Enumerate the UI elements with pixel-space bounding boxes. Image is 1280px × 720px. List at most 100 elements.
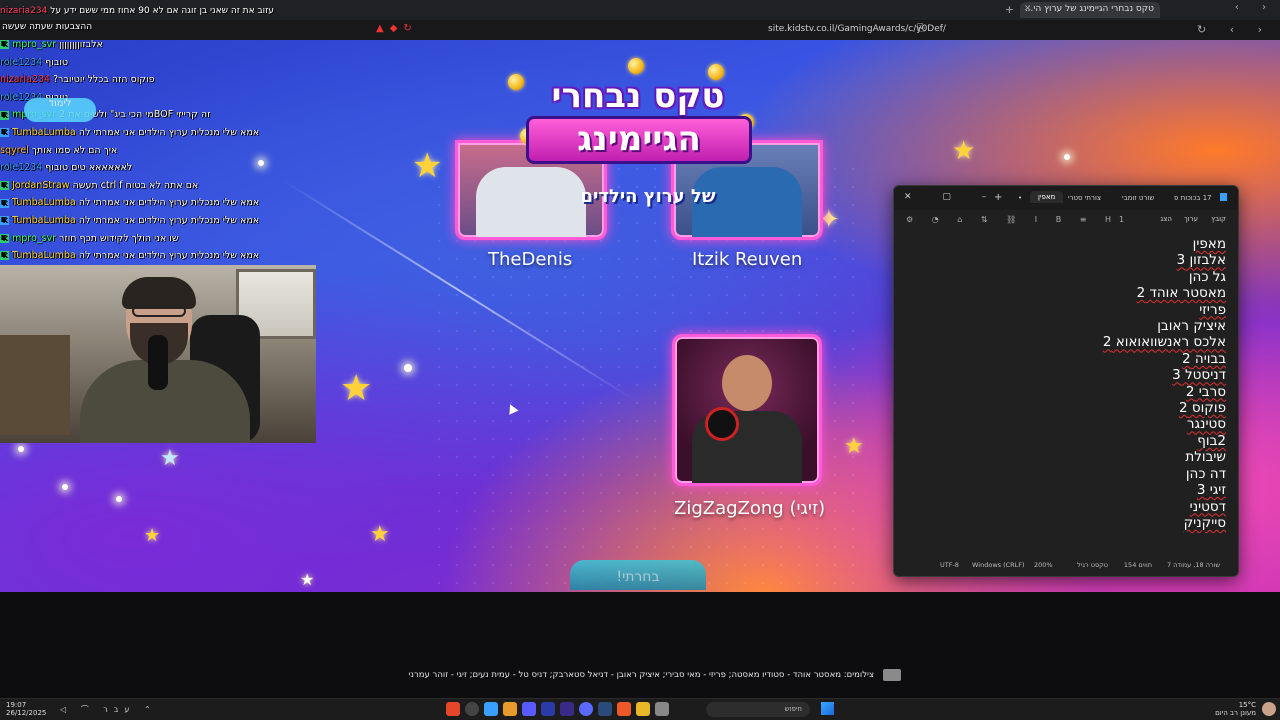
tab-title: טקס נבחרי הגיימינג של ערוץ הי...: [1024, 4, 1154, 14]
notepad-window[interactable]: ✕ ▢ – + • מאפין צורתי סטרי שורט זומבי 17…: [893, 185, 1239, 577]
event-logo: טקס נבחרי הגיימינג: [508, 58, 770, 188]
notepad-text-area[interactable]: מאפין אלבזון 3 גל כהן מאסטר אוהד 2 פריזי איצי…: [926, 236, 1226, 531]
chat-message: אמא שלי מנכלית ערוץ הילדים אני אמרתי לה: [78, 250, 260, 262]
browser-tab[interactable]: טקס נבחרי הגיימינג של ערוץ הי... ✕: [1020, 2, 1160, 18]
notepad-tab[interactable]: מאפין: [1030, 191, 1064, 203]
chat-list: Kmpro_svr אלבזוןןןןןןןן role1234 טובוף nizar…: [0, 36, 275, 265]
chat-username[interactable]: nizaria234: [0, 71, 50, 89]
premiere-icon[interactable]: [560, 702, 574, 716]
weather-temp: 15°C: [1238, 701, 1256, 709]
brave-icon[interactable]: [617, 702, 631, 716]
sparkle: [404, 364, 412, 372]
new-tab-icon[interactable]: +: [994, 192, 1002, 203]
language-indicator[interactable]: עבר: [103, 705, 135, 714]
stream-chat: Kmpro_svr אלבזוןןןןןןןן role1234 טובוף nizar…: [0, 36, 275, 264]
star-icon: ★: [952, 136, 976, 166]
taskbar-clock[interactable]: 19:07 26/12/2025: [6, 701, 46, 717]
sparkle: [116, 496, 122, 502]
notepad-tab[interactable]: 17 בכוכות פ: [1174, 194, 1212, 202]
cam-shelf: [0, 335, 70, 435]
chat-message-row: nizaria234 פוקוס הזה בכלל יוטיובר?: [0, 71, 275, 89]
app-icon[interactable]: [655, 702, 669, 716]
notepad-tab-bar: ✕ ▢ – + • מאפין צורתי סטרי שורט זומבי 17…: [894, 186, 1238, 210]
bookmark-icon[interactable]: ⎘: [917, 23, 925, 34]
window-controls[interactable]: ‹ ›: [1235, 2, 1276, 13]
chat-message: אמא שלי מנכלית ערוץ הילדים אני אמרתי לה: [78, 126, 260, 138]
chat-username[interactable]: mpro_svr: [12, 230, 56, 248]
sparkle: [1064, 154, 1070, 160]
new-tab-icon[interactable]: +: [1005, 3, 1014, 16]
notepad-toolbar-icons[interactable]: ⚙ ◔ ⌂ ⇅ ⛓ I B ≡ H1: [906, 215, 1132, 224]
chat-top-line: nizaria234 עזוב את זה שאני בן זוגה אם לא…: [0, 6, 360, 16]
file-explorer-icon[interactable]: [636, 702, 650, 716]
after-effects-icon[interactable]: [541, 702, 555, 716]
notepad-line: דה כהן: [1185, 465, 1226, 482]
star-icon: ★: [144, 525, 161, 546]
chat-badge-icon: K: [0, 40, 9, 50]
window-controls[interactable]: ✕ ▢ –: [904, 192, 1000, 202]
chat-username[interactable]: JordanStraw: [12, 177, 69, 195]
notepad-line: פוקוס 2: [1178, 400, 1226, 417]
app-icon[interactable]: [446, 702, 460, 716]
chat-badge-icon: K: [0, 110, 9, 120]
notepad-line: גל כהן: [1188, 268, 1226, 285]
system-tray-icons[interactable]: ◁ ⌒ עבר ⌃: [60, 704, 157, 715]
coin-icon: [508, 74, 524, 90]
steam-icon[interactable]: [598, 702, 612, 716]
status-format: טקסט רגיל: [1077, 561, 1108, 569]
chat-username[interactable]: TumbaLumba: [12, 194, 76, 212]
chat-overlay-bubble: לימוד: [24, 98, 96, 122]
notepad-line: מאסטר אוהד 2: [1136, 285, 1226, 302]
chat-badge-icon: K: [0, 251, 9, 261]
chat-message-row: role1234טובוף: [0, 54, 275, 72]
chat-username[interactable]: sqyrel: [0, 142, 29, 160]
notepad-tab[interactable]: שורט זומבי: [1122, 194, 1154, 202]
nominee-name: ZigZagZong (זיגי): [674, 498, 826, 519]
taskbar-search[interactable]: חיפוש: [706, 702, 810, 717]
chrome-icon[interactable]: [465, 702, 479, 716]
chat-username[interactable]: role1234: [0, 159, 42, 177]
screen: טקס נבחרי הגיימינג של ערוץ הי... ✕ + ‹ ›…: [0, 0, 1280, 720]
chat-username[interactable]: role1234: [0, 54, 42, 72]
taskbar-apps: [446, 702, 669, 716]
app-icon[interactable]: [484, 702, 498, 716]
nominee-card-zigzagzong[interactable]: [672, 334, 822, 486]
chat-message: אלבזוןןןןןןןן: [59, 39, 103, 50]
notepad-status-bar: שורה 18, עמודה 7 154 תווים טקסט רגיל 200…: [894, 552, 1238, 576]
sparkle: [62, 484, 68, 490]
chat-username[interactable]: mpro_svr: [12, 36, 56, 54]
app-icon[interactable]: [503, 702, 517, 716]
chat-message: שו אני הולך לקידוש תכף חוזר: [59, 232, 179, 244]
chat-message-row: K TumbaLumba אמא שלי מנכלית ערוץ הילדים אנ…: [0, 212, 275, 230]
reload-icon[interactable]: ↻ ‹ ›: [1197, 23, 1272, 36]
chat-badge-icon: K: [0, 216, 9, 226]
app-icon[interactable]: [522, 702, 536, 716]
star-icon: ★: [340, 368, 373, 409]
streamer-glasses: [132, 305, 186, 317]
notepad-line: סרבי 2: [1185, 383, 1226, 400]
notepad-tab[interactable]: צורתי סטרי: [1068, 194, 1101, 202]
notepad-line: אלכס ראנשוואואוא 2: [1102, 334, 1226, 351]
microphone: [148, 335, 168, 390]
notepad-tab[interactable]: •: [1018, 194, 1022, 202]
menu-edit[interactable]: ערוך: [1184, 215, 1198, 223]
chat-message-row: K JordanStraw אם אתה לא בטוח ctrl f תעשה: [0, 177, 275, 195]
chat-message: אמא שלי מנכלית ערוץ הילדים אני אמרתי לה: [78, 214, 260, 226]
star-icon: ★: [370, 522, 390, 547]
close-tab-icon[interactable]: ✕: [1024, 4, 1032, 14]
chat-username[interactable]: TumbaLumba: [12, 247, 76, 265]
discord-icon[interactable]: [579, 702, 593, 716]
menu-view[interactable]: הצג: [1160, 215, 1172, 223]
chat-username[interactable]: TumbaLumba: [12, 212, 76, 230]
status-line-ending: Windows (CRLF): [972, 561, 1025, 569]
extension-icons[interactable]: ▲◆↻: [376, 23, 418, 34]
chat-badge-icon: K: [0, 181, 9, 191]
confirm-button[interactable]: בחרתי!: [570, 560, 706, 590]
weather-widget[interactable]: 15°C מעונן רב היום: [1215, 701, 1256, 717]
status-zoom[interactable]: 200%: [1034, 561, 1053, 569]
start-icon[interactable]: [821, 702, 834, 715]
menu-file[interactable]: קובץ: [1211, 215, 1226, 223]
notepad-line: שיבולת: [1185, 449, 1226, 466]
chat-message-row: Kmpro_svr אלבזוןןןןןןןן: [0, 36, 275, 54]
chat-username[interactable]: TumbaLumba: [12, 124, 76, 142]
